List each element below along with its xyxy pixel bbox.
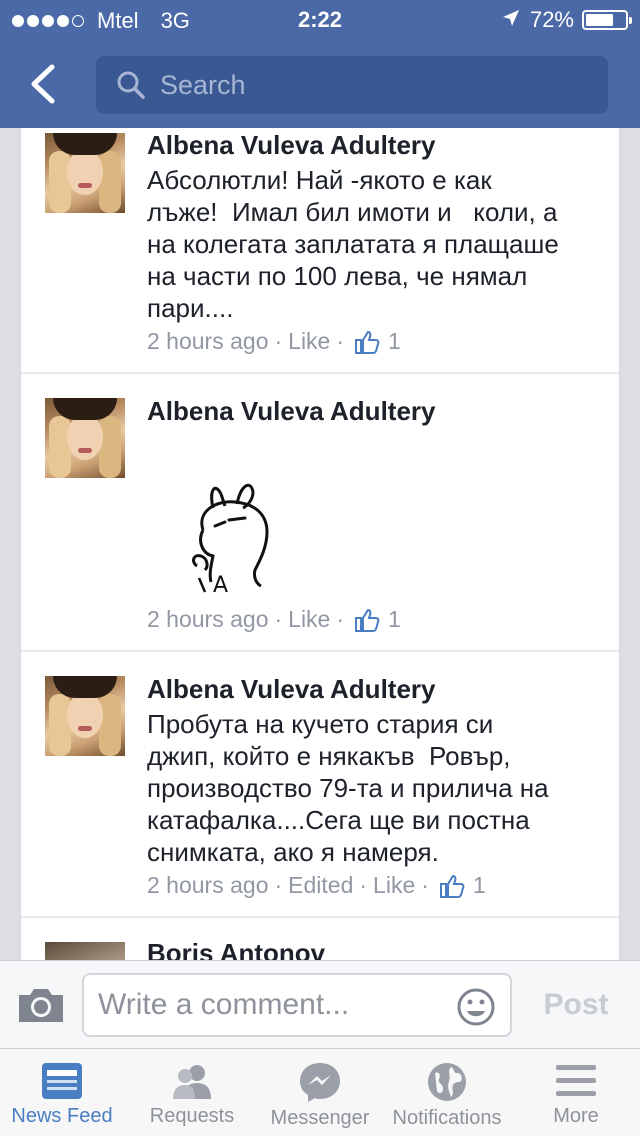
comment-item: Albena Vuleva Adultery Абсолютли! Най -я…	[21, 128, 619, 374]
tab-more[interactable]: More	[514, 1049, 638, 1136]
thumbs-up-icon[interactable]	[354, 607, 380, 633]
tab-requests[interactable]: Requests	[130, 1049, 254, 1136]
comment-body: Albena Vuleva Adultery	[147, 396, 607, 426]
chevron-left-icon	[31, 64, 55, 104]
comment-composer: Post	[0, 960, 640, 1048]
bunny-sticker[interactable]: A	[169, 470, 299, 598]
camera-icon[interactable]	[16, 985, 66, 1025]
tab-label: More	[553, 1105, 599, 1127]
like-button[interactable]: Like	[288, 328, 330, 355]
comment-item: Boris Antonov	[21, 918, 619, 960]
tab-notifications[interactable]: Notifications	[386, 1049, 508, 1136]
tab-label: Requests	[149, 1105, 235, 1127]
meta-separator: ·	[336, 328, 345, 354]
comment-author[interactable]: Albena Vuleva Adultery	[147, 674, 607, 704]
thumbs-up-icon[interactable]	[354, 329, 380, 355]
search-bar[interactable]	[96, 56, 608, 114]
comment-item: Albena Vuleva Adultery A 2 hours ago · L…	[21, 374, 619, 652]
news-feed-icon	[42, 1063, 82, 1099]
comment-author[interactable]: Albena Vuleva Adultery	[147, 130, 607, 160]
back-button[interactable]	[26, 64, 62, 104]
comment-time[interactable]: 2 hours ago	[147, 328, 268, 355]
tab-label: Notifications	[392, 1107, 502, 1129]
comment-meta: 2 hours ago · Like · 1	[147, 606, 401, 633]
battery-percent: 72%	[529, 7, 574, 32]
like-button[interactable]: Like	[288, 606, 330, 633]
comment-input-box[interactable]	[82, 973, 512, 1037]
post-button[interactable]: Post	[524, 983, 628, 1027]
comment-author[interactable]: Albena Vuleva Adultery	[147, 396, 607, 426]
edited-link[interactable]: Edited	[288, 872, 353, 899]
location-arrow-icon	[502, 7, 520, 33]
tab-label: News Feed	[11, 1105, 113, 1127]
meta-separator: ·	[274, 872, 283, 898]
comment-body: Albena Vuleva Adultery Абсолютли! Най -я…	[147, 130, 607, 324]
avatar[interactable]	[45, 676, 125, 756]
comment-text: Абсолютли! Най -якото е как лъже! Имал б…	[147, 165, 559, 323]
comment-time[interactable]: 2 hours ago	[147, 606, 268, 633]
comment-body: Boris Antonov	[147, 938, 607, 960]
meta-separator: ·	[421, 872, 429, 898]
tab-news-feed[interactable]: News Feed	[0, 1049, 124, 1136]
notifications-icon	[428, 1063, 466, 1101]
like-button[interactable]: Like	[373, 872, 415, 899]
like-count: 1	[388, 328, 401, 354]
tab-messenger[interactable]: Messenger	[258, 1049, 382, 1136]
tab-bar: News Feed Requests Messenger Notificatio…	[0, 1048, 640, 1136]
more-icon	[556, 1065, 596, 1096]
like-count: 1	[388, 606, 401, 632]
avatar[interactable]	[45, 942, 125, 960]
search-icon	[117, 71, 145, 99]
app-header: Mtel 3G 2:22 72%	[0, 0, 640, 128]
avatar[interactable]	[45, 398, 125, 478]
svg-text:A: A	[213, 573, 228, 598]
comment-author[interactable]: Boris Antonov	[147, 938, 607, 960]
smiley-icon[interactable]	[456, 987, 496, 1027]
thumbs-up-icon[interactable]	[439, 873, 465, 899]
battery-icon	[582, 10, 632, 30]
status-right: 72%	[502, 7, 632, 33]
comment-meta: 2 hours ago · Edited · Like · 1	[147, 872, 486, 899]
meta-separator: ·	[274, 606, 283, 632]
comment-meta: 2 hours ago · Like · 1	[147, 328, 401, 355]
comments-feed[interactable]: Albena Vuleva Adultery Абсолютли! Най -я…	[20, 128, 620, 960]
avatar[interactable]	[45, 133, 125, 213]
messenger-icon	[300, 1063, 340, 1102]
battery-fill	[586, 14, 614, 26]
meta-separator: ·	[359, 872, 368, 898]
requests-icon	[173, 1065, 211, 1099]
tab-label: Messenger	[270, 1107, 370, 1129]
search-input[interactable]	[160, 69, 580, 101]
comment-input[interactable]	[98, 988, 438, 1022]
status-bar: Mtel 3G 2:22 72%	[0, 0, 640, 42]
like-count: 1	[472, 872, 486, 898]
comment-time[interactable]: 2 hours ago	[147, 872, 268, 899]
comment-item: Albena Vuleva Adultery Пробута на кучето…	[21, 652, 619, 918]
meta-separator: ·	[336, 606, 345, 632]
comment-text: Пробута на кучето стария си джип, който …	[147, 709, 549, 867]
meta-separator: ·	[274, 328, 283, 354]
comment-body: Albena Vuleva Adultery Пробута на кучето…	[147, 674, 607, 868]
